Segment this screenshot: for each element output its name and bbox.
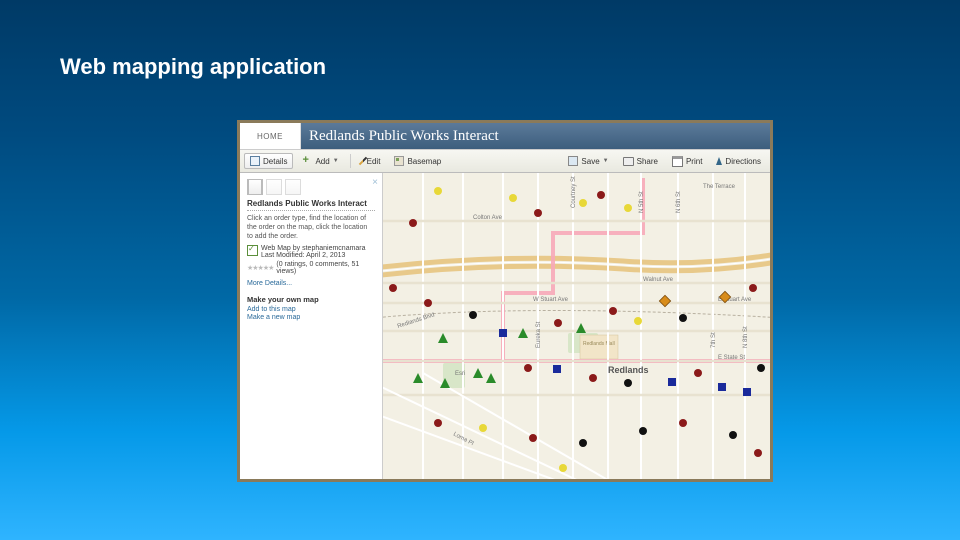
details-icon [250,156,260,166]
edit-button[interactable]: Edit [357,154,386,168]
modified-line: Last Modified: April 2, 2013 [261,252,366,259]
app-title: Redlands Public Works Interact [301,123,770,149]
svg-text:N 8th St: N 8th St [743,326,749,348]
details-label: Details [263,157,287,166]
new-map-link[interactable]: Make a new map [247,314,375,321]
basemap-button[interactable]: Basemap [389,154,446,168]
directions-label: Directions [725,157,761,166]
print-icon [672,156,683,167]
sidebar-description: Click an order type, find the location o… [247,215,375,241]
svg-text:N 5th St: N 5th St [639,191,645,213]
print-button[interactable]: Print [667,154,707,169]
svg-text:Walnut Ave: Walnut Ave [643,277,674,283]
svg-text:7th St: 7th St [711,332,717,348]
mall-label: Redlands Mall [583,341,615,347]
save-icon [568,156,578,166]
pencil-icon [358,157,366,165]
about-tab-icon[interactable] [247,179,263,195]
share-label: Share [637,157,658,166]
more-details-link[interactable]: More Details... [247,280,375,287]
ratings-text: (0 ratings, 0 comments, 51 views) [276,261,375,275]
legend-tab-icon[interactable] [285,179,301,195]
directions-button[interactable]: Directions [711,155,766,168]
close-icon[interactable]: × [372,177,378,188]
svg-text:Redlands Blvd: Redlands Blvd [397,312,436,330]
sidebar-subheading: Make your own map [247,295,375,304]
chevron-down-icon: ▼ [333,158,339,164]
edit-label: Edit [367,157,381,166]
svg-text:E State St: E State St [718,355,745,361]
plus-icon: + [302,156,312,166]
basemap-label: Basemap [407,157,441,166]
share-button[interactable]: Share [618,155,663,168]
add-label: Add [315,157,329,166]
directions-icon [716,157,722,165]
print-label: Print [686,157,702,166]
share-icon [623,157,634,166]
rating-stars-icon: ★★★★★ [247,264,273,272]
map-canvas[interactable]: Redlands Mall [383,173,770,479]
esri-label: Esri [455,371,465,377]
details-button[interactable]: Details [244,153,293,169]
basemap-icon [394,156,404,166]
slide-title: Web mapping application [60,54,326,80]
titlebar: HOME Redlands Public Works Interact [240,123,770,150]
author-line: Web Map by stephaniemcnamara [261,245,366,252]
svg-text:N 6th St: N 6th St [676,191,682,213]
save-label: Save [581,157,599,166]
chevron-down-icon: ▼ [603,158,609,164]
add-to-map-link[interactable]: Add to this map [247,306,375,313]
separator [350,154,351,168]
check-icon [247,245,258,256]
toolbar: Details + Add ▼ Edit Basemap Save ▼ Shar… [240,150,770,173]
city-label: Redlands [608,365,649,375]
save-button[interactable]: Save ▼ [563,154,613,168]
sidebar-title: Redlands Public Works Interact [247,199,375,211]
app-window: HOME Redlands Public Works Interact Deta… [237,120,773,482]
add-button[interactable]: + Add ▼ [297,154,343,168]
svg-text:W Stuart Ave: W Stuart Ave [533,297,569,303]
svg-text:The Terrace: The Terrace [703,184,736,190]
home-link[interactable]: HOME [240,123,301,149]
content-tab-icon[interactable] [266,179,282,195]
svg-text:Eureka St: Eureka St [536,321,542,348]
sidebar: × Redlands Public Works Interact Click a… [240,173,383,479]
svg-text:Colton Ave: Colton Ave [473,215,503,221]
svg-text:Courtney St: Courtney St [571,176,577,208]
